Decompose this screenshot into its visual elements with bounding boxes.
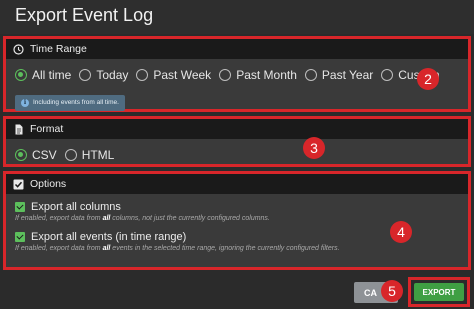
radio-button[interactable]: [15, 69, 27, 81]
time-range-heading: Time Range: [30, 43, 87, 55]
time-range-radio-group: All time Today Past Week Past Month Past…: [15, 66, 468, 84]
radio-button[interactable]: [79, 69, 92, 81]
dialog-titlebar: Export Event Log: [0, 0, 474, 34]
time-range-header: Time Range: [6, 39, 468, 59]
radio-past-week[interactable]: Past Week: [136, 68, 211, 82]
info-icon: i: [21, 98, 29, 107]
dialog-title: Export Event Log: [15, 5, 154, 25]
document-icon: [13, 124, 24, 135]
checkbox-icon: [13, 179, 24, 190]
radio-button[interactable]: [64, 149, 77, 161]
radio-button[interactable]: [15, 149, 27, 161]
format-radio-group: CSV HTML: [15, 146, 468, 164]
time-range-section: Time Range All time Today Past Week Past…: [3, 36, 471, 112]
format-section: Format CSV HTML 3: [3, 116, 471, 167]
options-heading: Options: [30, 178, 67, 190]
radio-today[interactable]: Today: [79, 68, 128, 82]
export-all-columns-option[interactable]: Export all columns: [15, 201, 468, 213]
export-all-events-help: If enabled, export data from all events …: [15, 245, 340, 252]
radio-button[interactable]: [381, 69, 394, 81]
radio-all-time[interactable]: All time: [15, 68, 71, 82]
export-all-events-checkbox[interactable]: [15, 232, 25, 242]
export-highlight: EXPORT: [408, 277, 470, 307]
callout-badge-4: 4: [390, 221, 412, 243]
radio-button[interactable]: [219, 69, 232, 81]
export-button[interactable]: EXPORT: [414, 283, 464, 301]
export-all-columns-label: Export all columns: [31, 201, 121, 213]
radio-button[interactable]: [136, 69, 149, 81]
radio-past-year[interactable]: Past Year: [304, 68, 373, 82]
export-all-columns-checkbox[interactable]: [15, 202, 25, 212]
format-heading: Format: [30, 123, 64, 135]
clock-icon: [13, 43, 24, 55]
callout-badge-3: 3: [303, 137, 325, 159]
export-all-events-label: Export all events (in time range): [31, 231, 187, 243]
options-header: Options: [6, 174, 468, 194]
callout-badge-2: 2: [417, 68, 439, 90]
callout-badge-5: 5: [381, 280, 403, 302]
time-range-info: i Including events from all time.: [15, 94, 125, 111]
radio-html[interactable]: HTML: [64, 148, 114, 162]
format-header: Format: [6, 119, 468, 139]
radio-past-month[interactable]: Past Month: [219, 68, 297, 82]
options-section: Options Export all columns If enabled, e…: [3, 171, 471, 270]
radio-csv[interactable]: CSV: [15, 148, 57, 162]
radio-button[interactable]: [304, 69, 317, 81]
